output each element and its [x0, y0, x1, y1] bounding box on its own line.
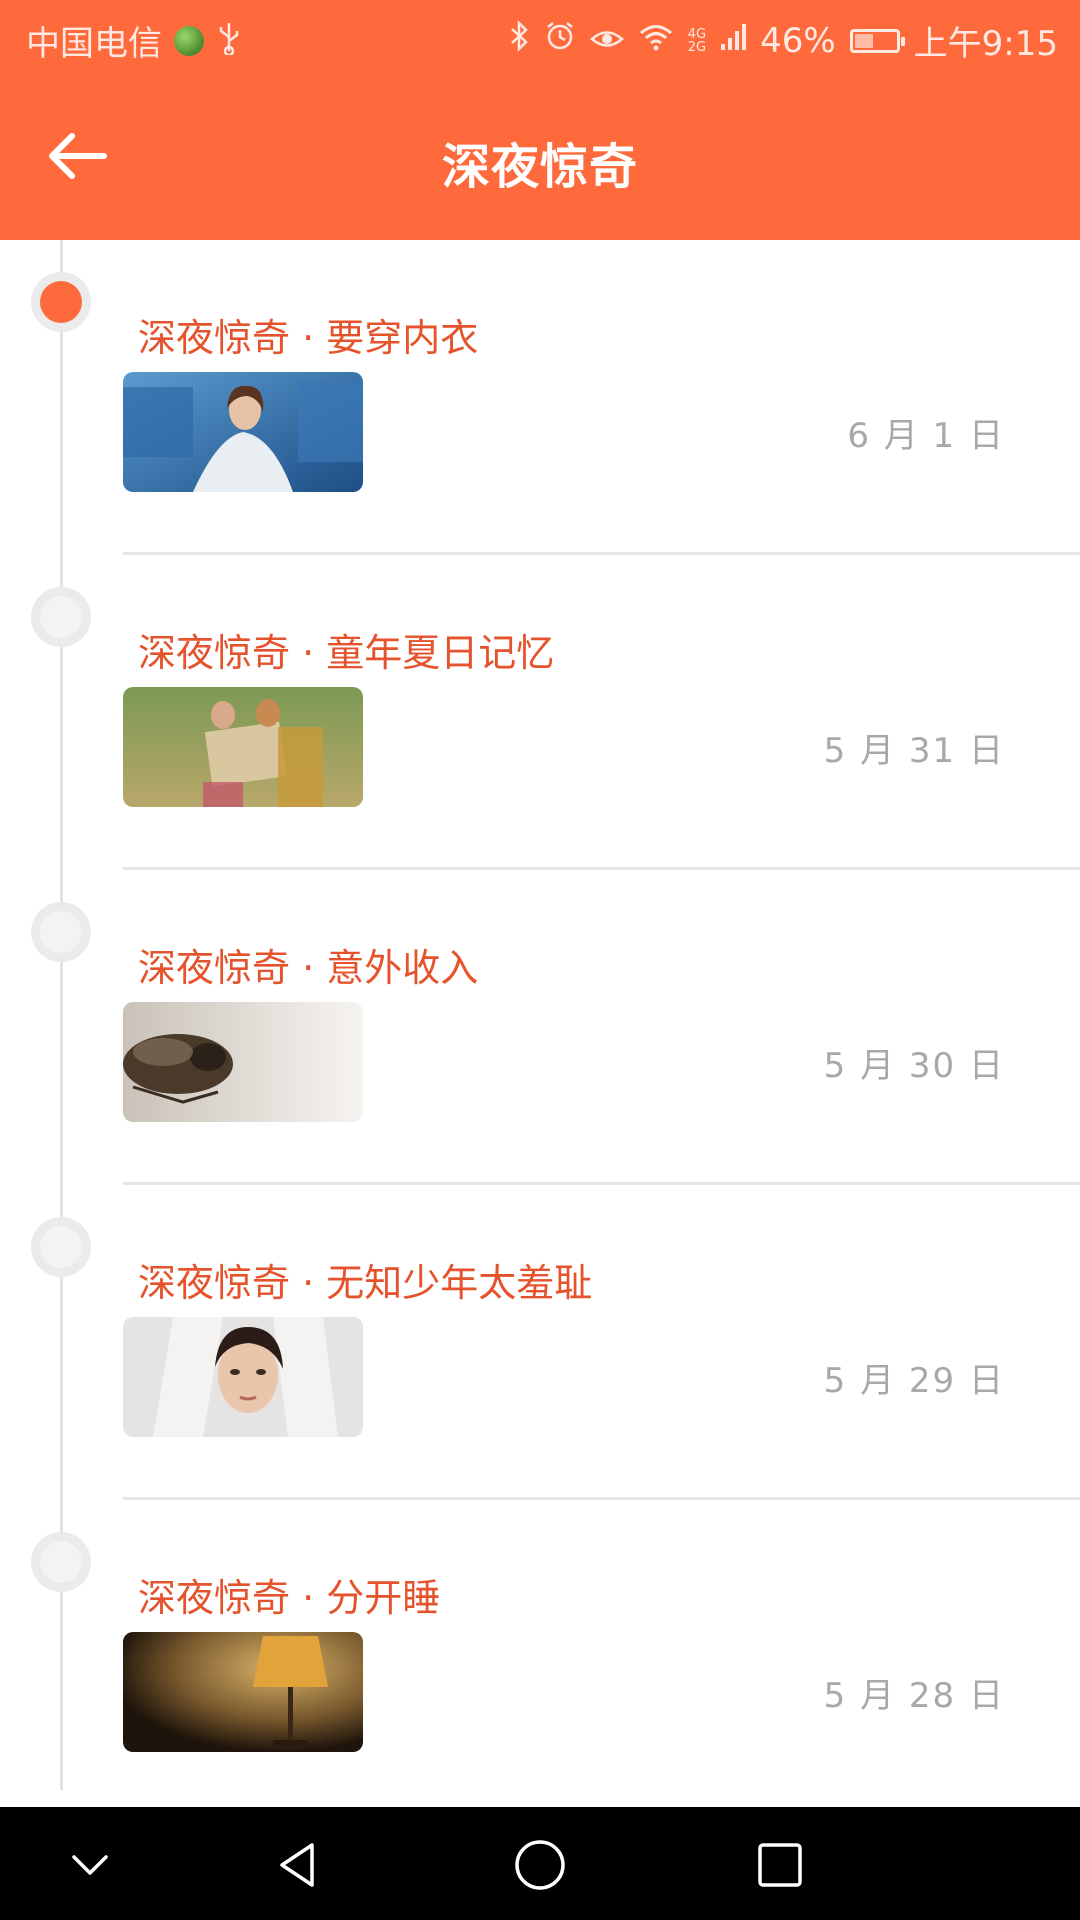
nav-back-button[interactable] [270, 1835, 330, 1895]
timeline-dot [31, 587, 91, 647]
thumbnail-image [123, 1317, 363, 1437]
nav-recents-button[interactable] [750, 1835, 810, 1895]
battery-percent: 46% [760, 20, 836, 61]
timeline-list[interactable]: 深夜惊奇 · 要穿内衣 6 月 1 日 深夜惊奇 · 童年夏日记忆 5 月 31… [0, 240, 1080, 1807]
recents-square-icon [758, 1843, 802, 1887]
list-item[interactable]: 深夜惊奇 · 无知少年太羞耻 5 月 29 日 [0, 1185, 1080, 1500]
thumbnail-image [123, 687, 363, 807]
eye-comfort-icon [589, 21, 624, 61]
thumbnail-image [123, 1632, 363, 1752]
item-date: 5 月 31 日 [823, 731, 1005, 771]
status-bar-right: 4G 2G 46% 上午9:15 [508, 16, 1058, 65]
item-title: 深夜惊奇 · 意外收入 [138, 946, 479, 990]
network-type-label: 4G 2G [687, 26, 707, 55]
hide-nav-button[interactable] [60, 1835, 120, 1895]
nav-home-button[interactable] [510, 1835, 570, 1895]
back-triangle-icon [280, 1843, 314, 1887]
carrier-label: 中国电信 [26, 24, 162, 64]
battery-icon [849, 28, 905, 53]
system-nav-bar [0, 1807, 1080, 1920]
list-item[interactable]: 深夜惊奇 · 分开睡 5 月 28 日 [0, 1500, 1080, 1807]
list-item[interactable]: 深夜惊奇 · 意外收入 5 月 30 日 [0, 870, 1080, 1185]
signal-icon [720, 21, 747, 61]
usb-icon [216, 21, 242, 60]
alarm-icon [544, 20, 576, 61]
wifi-icon [638, 21, 674, 61]
item-title: 深夜惊奇 · 分开睡 [138, 1576, 441, 1620]
list-item[interactable]: 深夜惊奇 · 要穿内衣 6 月 1 日 [0, 240, 1080, 555]
chevron-down-icon [72, 1855, 108, 1875]
timeline-dot [31, 272, 91, 332]
item-date: 5 月 30 日 [823, 1046, 1005, 1086]
list-item[interactable]: 深夜惊奇 · 童年夏日记忆 5 月 31 日 [0, 555, 1080, 870]
status-bar-left: 中国电信 [26, 16, 242, 65]
item-title: 深夜惊奇 · 无知少年太羞耻 [138, 1261, 593, 1305]
clock: 上午9:15 [913, 24, 1058, 64]
timeline-dot [31, 1532, 91, 1592]
battery-fill [854, 33, 873, 48]
timeline-dot [31, 1217, 91, 1277]
thumbnail-image [123, 372, 363, 492]
app-bar: 深夜惊奇 [0, 75, 1080, 240]
bluetooth-icon [508, 19, 530, 61]
status-bar: 中国电信 4G 2G 46% 上午9:15 [0, 0, 1080, 75]
timeline-dot [31, 902, 91, 962]
thumbnail-image [123, 1002, 363, 1122]
item-date: 5 月 28 日 [823, 1676, 1005, 1716]
globe-icon [174, 25, 204, 56]
item-title: 深夜惊奇 · 童年夏日记忆 [138, 631, 555, 675]
item-date: 6 月 1 日 [847, 416, 1005, 456]
home-circle-icon [515, 1840, 565, 1890]
page-title: 深夜惊奇 [441, 139, 638, 195]
item-date: 5 月 29 日 [823, 1361, 1005, 1401]
item-title: 深夜惊奇 · 要穿内衣 [138, 316, 479, 360]
